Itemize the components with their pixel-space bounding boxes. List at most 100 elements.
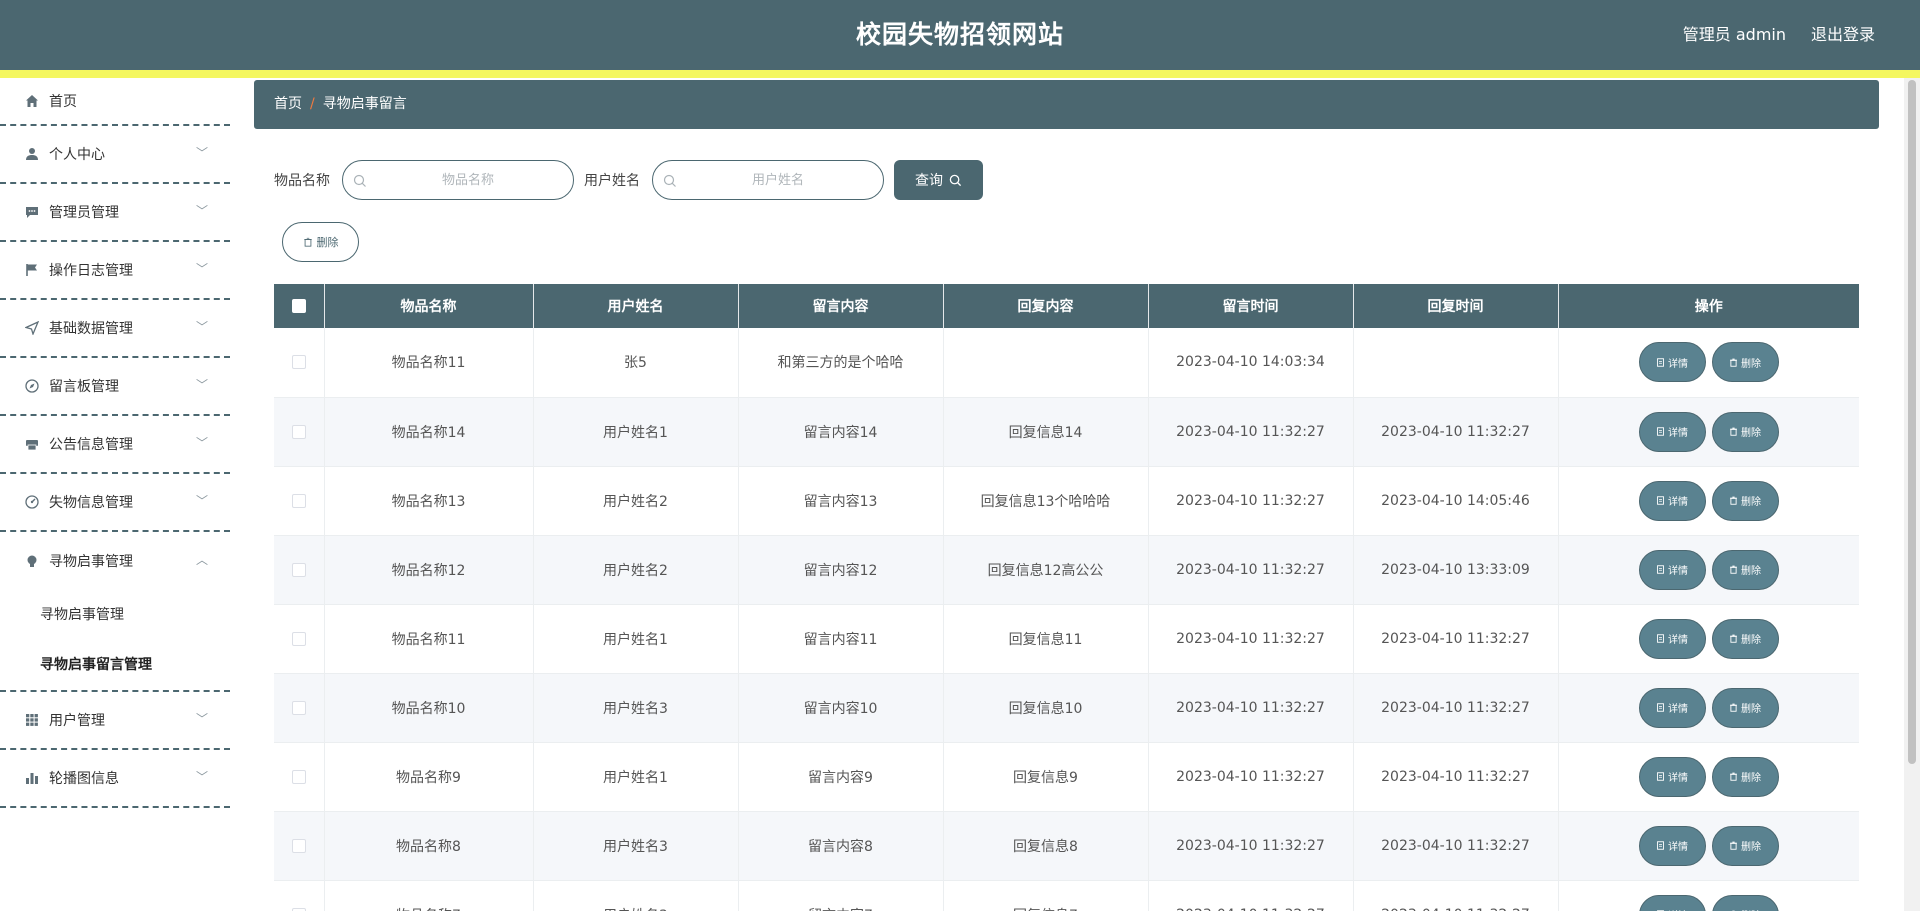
detail-button[interactable]: 详情 <box>1638 825 1706 866</box>
detail-button[interactable]: 详情 <box>1638 411 1706 452</box>
delete-button-label: 删除 <box>1741 428 1761 439</box>
row-checkbox[interactable] <box>291 355 306 370</box>
cell-reply-time: 2023-04-10 11:32:27 <box>1353 397 1559 467</box>
sidebar-item-message-board[interactable]: 留言板管理 ﹀ <box>0 358 230 416</box>
query-button[interactable]: 查询 <box>894 160 983 200</box>
trash-icon <box>1730 358 1737 367</box>
delete-button[interactable]: 删除 <box>1711 342 1779 383</box>
cell-reply-time: 2023-04-10 14:05:46 <box>1353 466 1559 536</box>
delete-button-label: 删除 <box>1741 842 1761 853</box>
logout-link[interactable]: 退出登录 <box>1811 0 1875 70</box>
cell-message: 和第三方的是个哈哈 <box>738 328 944 398</box>
delete-button-label: 删除 <box>1741 358 1761 370</box>
submenu-item-lost-notice-management[interactable]: 寻物启事管理 <box>0 590 230 640</box>
trash-icon <box>303 237 312 247</box>
row-checkbox[interactable] <box>291 907 306 911</box>
row-checkbox[interactable] <box>291 769 306 784</box>
cell-message: 留言内容8 <box>738 811 944 881</box>
delete-button[interactable]: 删除 <box>1711 618 1779 659</box>
query-button-label: 查询 <box>915 172 943 188</box>
chevron-down-icon: ﹀ <box>195 261 208 276</box>
delete-button[interactable]: 删除 <box>1711 549 1779 590</box>
site-title: 校园失物招领网站 <box>855 20 1064 49</box>
sidebar-item-personal-center[interactable]: 个人中心 ﹀ <box>0 126 230 184</box>
detail-button[interactable]: 详情 <box>1638 687 1706 728</box>
cell-item: 物品名称9 <box>324 742 534 812</box>
grid-icon <box>24 712 40 728</box>
delete-button[interactable]: 删除 <box>1711 480 1779 521</box>
cell-msg-time: 2023-04-10 11:32:27 <box>1148 535 1354 605</box>
sidebar-item-announcement[interactable]: 公告信息管理 ﹀ <box>0 416 230 474</box>
sidebar-item-home[interactable]: 首页 <box>0 78 230 126</box>
row-checkbox[interactable] <box>291 424 306 439</box>
cell-user: 用户姓名1 <box>533 742 739 812</box>
top-header: 校园失物招领网站 管理员 admin 退出登录 <box>0 0 1920 70</box>
chat-icon <box>24 204 40 220</box>
sidebar-item-lost-items[interactable]: 失物信息管理 ﹀ <box>0 474 230 532</box>
detail-button[interactable]: 详情 <box>1638 894 1706 911</box>
trash-icon <box>1730 772 1737 781</box>
select-all-checkbox[interactable] <box>291 299 306 313</box>
submenu-item-lost-notice-message[interactable]: 寻物启事留言管理 <box>0 640 230 690</box>
document-icon <box>1657 703 1664 712</box>
breadcrumb: 首页 / 寻物启事留言 <box>254 80 1879 129</box>
cell-msg-time: 2023-04-10 11:32:27 <box>1148 811 1354 881</box>
breadcrumb-home[interactable]: 首页 <box>274 96 302 112</box>
row-checkbox[interactable] <box>291 493 306 508</box>
send-icon <box>24 320 40 336</box>
bar-chart-icon <box>24 770 40 786</box>
row-actions: 详情 删除 <box>1558 673 1859 743</box>
detail-button[interactable]: 详情 <box>1638 549 1706 590</box>
sidebar-item-user-management[interactable]: 用户管理 ﹀ <box>0 692 230 750</box>
sidebar-item-carousel[interactable]: 轮播图信息 ﹀ <box>0 750 230 808</box>
row-checkbox[interactable] <box>291 700 306 715</box>
item-name-input[interactable] <box>373 161 563 199</box>
delete-button[interactable]: 删除 <box>1711 894 1779 911</box>
chevron-down-icon: ﹀ <box>195 769 208 784</box>
delete-button[interactable]: 删除 <box>1711 825 1779 866</box>
row-checkbox[interactable] <box>291 838 306 853</box>
user-name-input[interactable] <box>683 161 873 199</box>
cell-message: 留言内容13 <box>738 466 944 536</box>
bulb-icon <box>24 553 40 569</box>
delete-button-label: 删除 <box>1741 497 1761 508</box>
detail-button[interactable]: 详情 <box>1638 756 1706 797</box>
row-select-cell <box>274 328 325 398</box>
scrollbar-thumb[interactable] <box>1908 80 1916 764</box>
table-row: 物品名称7用户姓名3留言内容7回复信息72023-04-10 11:32:272… <box>274 880 1859 911</box>
cell-message: 留言内容11 <box>738 604 944 674</box>
detail-button[interactable]: 详情 <box>1638 618 1706 659</box>
breadcrumb-separator: / <box>310 96 315 112</box>
detail-button-label: 详情 <box>1668 907 1688 911</box>
delete-button[interactable]: 删除 <box>1711 411 1779 452</box>
sidebar-item-lost-notice[interactable]: 寻物启事管理 ︿ <box>0 532 230 590</box>
cell-item: 物品名称10 <box>324 673 534 743</box>
detail-button[interactable]: 详情 <box>1638 480 1706 521</box>
row-actions: 详情 删除 <box>1558 811 1859 881</box>
detail-button-label: 详情 <box>1668 704 1688 715</box>
column-header: 留言内容 <box>738 284 944 328</box>
sidebar-item-admin-management[interactable]: 管理员管理 ﹀ <box>0 184 230 242</box>
detail-button-label: 详情 <box>1668 428 1688 439</box>
row-checkbox[interactable] <box>291 631 306 646</box>
delete-button-label: 删除 <box>1741 635 1761 646</box>
column-header: 回复内容 <box>943 284 1149 328</box>
sidebar-item-base-data[interactable]: 基础数据管理 ﹀ <box>0 300 230 358</box>
sidebar-item-operation-log[interactable]: 操作日志管理 ﹀ <box>0 242 230 300</box>
row-checkbox[interactable] <box>291 562 306 577</box>
delete-button[interactable]: 删除 <box>1711 687 1779 728</box>
cell-reply: 回复信息7 <box>943 880 1149 911</box>
submenu-lost-notice: 寻物启事管理 寻物启事留言管理 <box>0 590 230 692</box>
row-actions: 详情 删除 <box>1558 397 1859 467</box>
sidebar-item-label: 个人中心 <box>49 147 105 163</box>
cell-reply: 回复信息14 <box>943 397 1149 467</box>
chevron-down-icon: ﹀ <box>195 319 208 334</box>
table-row: 物品名称11 张5 和第三方的是个哈哈 2023-04-10 14:03:34 详情 删除 <box>274 328 1859 398</box>
cell-msg-time: 2023-04-10 11:32:27 <box>1148 742 1354 812</box>
delete-button[interactable]: 删除 <box>1711 756 1779 797</box>
page-scrollbar[interactable] <box>1904 78 1920 911</box>
row-select-cell <box>274 397 325 467</box>
sidebar: 首页 个人中心 ﹀ 管理员管理 ﹀ 操作日志管理 ﹀ 基础数据管理 ﹀ 留言板管… <box>0 78 230 911</box>
batch-delete-button[interactable]: 删除 <box>282 222 359 262</box>
detail-button[interactable]: 详情 <box>1638 342 1706 383</box>
